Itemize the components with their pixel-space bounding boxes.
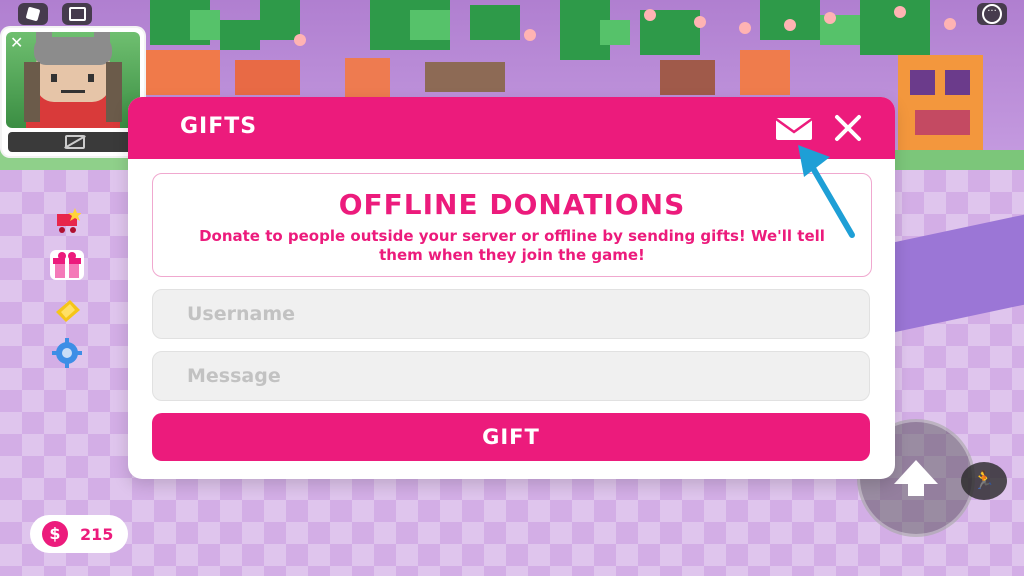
modal-title: GIFTS: [180, 114, 258, 139]
up-arrow-icon: [894, 460, 938, 496]
camera-toggle-button[interactable]: [8, 132, 142, 152]
info-heading: OFFLINE DONATIONS: [338, 188, 686, 221]
running-person-icon: 🏃: [972, 470, 996, 491]
modal-header: GIFTS: [128, 97, 895, 159]
shop-cart-icon: [57, 208, 81, 233]
gifts-modal: GIFTS OFFLINE DONATIONS Donate to people…: [128, 97, 895, 479]
gift-box-icon: [53, 252, 81, 278]
shop-button[interactable]: [50, 206, 84, 236]
avatar-preview: [6, 32, 140, 128]
chat-toggle-button[interactable]: [62, 3, 92, 25]
more-options-button[interactable]: ···: [977, 3, 1007, 25]
roblox-menu-button[interactable]: [18, 3, 48, 25]
info-description: Donate to people outside your server or …: [199, 227, 825, 264]
offline-donations-info: OFFLINE DONATIONS Donate to people outsi…: [152, 173, 872, 277]
camera-off-icon: [65, 135, 85, 149]
gifts-button[interactable]: [50, 250, 84, 280]
annotation-arrow-icon: [798, 145, 855, 238]
sprint-button[interactable]: 🏃: [961, 462, 1007, 500]
more-options-icon: ···: [982, 4, 1002, 24]
ticket-icon: [56, 300, 80, 322]
username-input[interactable]: [152, 289, 870, 339]
roblox-logo-icon: [25, 6, 41, 22]
avatar-character-icon: [24, 32, 122, 128]
settings-button[interactable]: [50, 338, 84, 368]
currency-amount: 215: [80, 524, 114, 544]
avatar-camera-card: ✕: [2, 28, 144, 156]
chat-icon: [68, 7, 86, 21]
settings-gear-icon: [52, 338, 82, 368]
gift-button[interactable]: GIFT: [152, 413, 870, 461]
close-camera-icon[interactable]: ✕: [10, 33, 23, 52]
message-input[interactable]: [152, 351, 870, 401]
tickets-button[interactable]: [50, 296, 84, 326]
dollar-icon: $: [42, 521, 68, 547]
mail-icon[interactable]: [774, 115, 814, 143]
currency-display: $ 215: [30, 515, 128, 553]
close-icon[interactable]: [831, 111, 865, 145]
